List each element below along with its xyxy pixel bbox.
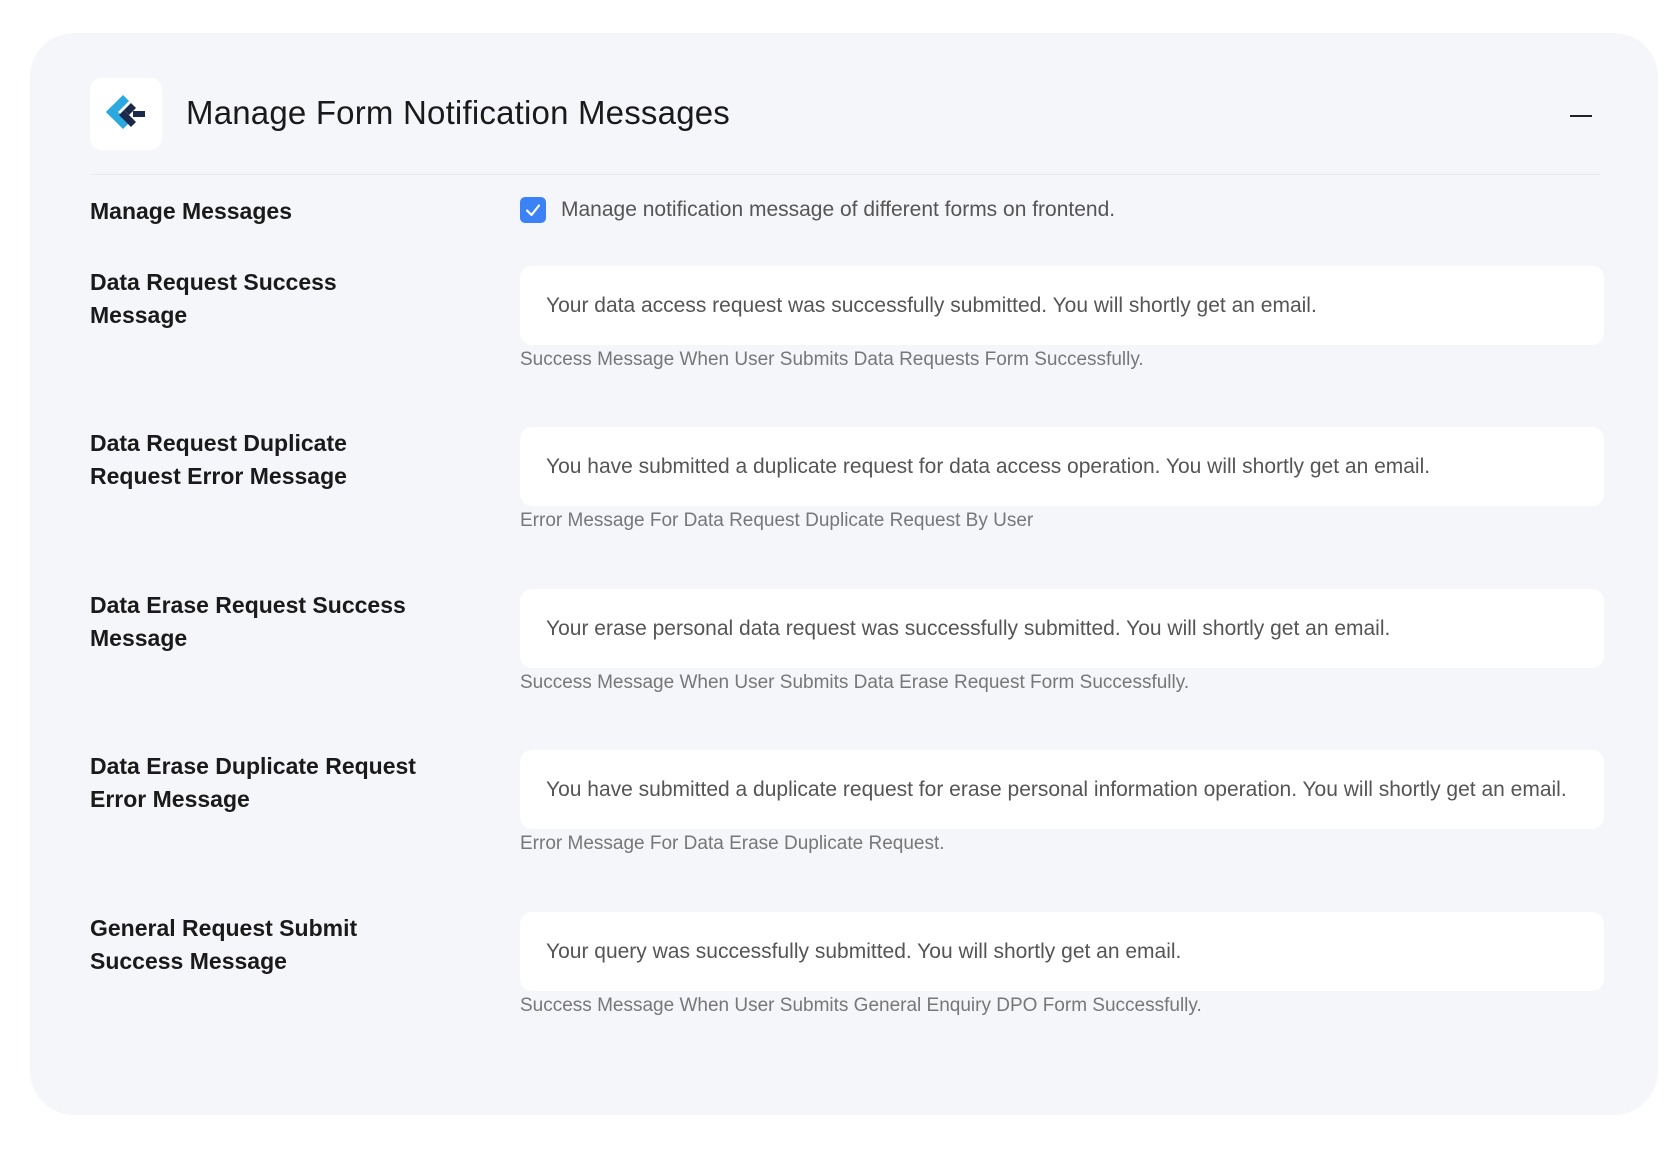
field-help-text: Success Message When User Submits Data R… <box>520 349 1144 370</box>
field-help-text: Error Message For Data Erase Duplicate R… <box>520 833 945 854</box>
minus-icon <box>1570 115 1592 117</box>
field-label-line: Data Erase Request Success <box>90 592 406 618</box>
field-label: Data Request Duplicate Request Error Mes… <box>90 427 450 493</box>
page-title: Manage Form Notification Messages <box>186 94 730 131</box>
field-label-line: Message <box>90 302 188 328</box>
field-help-text: Success Message When User Submits Genera… <box>520 995 1202 1016</box>
field-label: Data Request Success Message <box>90 266 450 332</box>
manage-messages-label: Manage Messages <box>90 198 292 224</box>
field-label-line: Message <box>90 625 188 651</box>
data-request-duplicate-input[interactable] <box>520 427 1604 506</box>
field-label-line: Data Request Success <box>90 269 337 295</box>
field-help-text: Success Message When User Submits Data E… <box>520 672 1190 693</box>
field-label-line: Data Erase Duplicate Request <box>90 753 416 779</box>
brand-logo <box>90 78 162 150</box>
field-label: Data Erase Duplicate Request Error Messa… <box>90 750 450 816</box>
panel-header: Manage Form Notification Messages <box>90 78 1600 175</box>
check-icon <box>525 204 541 217</box>
settings-panel: Manage Form Notification Messages Manage… <box>30 33 1658 1115</box>
field-label-line: Success Message <box>90 948 287 974</box>
manage-messages-checkbox[interactable] <box>520 197 546 223</box>
field-label-line: Data Request Duplicate <box>90 430 347 456</box>
data-erase-duplicate-input[interactable] <box>520 750 1604 829</box>
manage-messages-description: Manage notification message of different… <box>561 198 1116 221</box>
data-request-success-input[interactable] <box>520 266 1604 345</box>
field-label-line: Error Message <box>90 786 250 812</box>
general-request-success-input[interactable] <box>520 912 1604 991</box>
field-label-line: General Request Submit <box>90 915 358 941</box>
field-help-text: Error Message For Data Request Duplicate… <box>520 510 1034 531</box>
collapse-button[interactable] <box>1566 104 1596 128</box>
field-label-line: Request Error Message <box>90 463 347 489</box>
data-erase-success-input[interactable] <box>520 589 1604 668</box>
brand-logo-icon <box>106 95 145 129</box>
manage-messages-option: Manage notification message of different… <box>520 197 1115 223</box>
field-label: Data Erase Request Success Message <box>90 589 450 655</box>
field-label: General Request Submit Success Message <box>90 912 450 978</box>
